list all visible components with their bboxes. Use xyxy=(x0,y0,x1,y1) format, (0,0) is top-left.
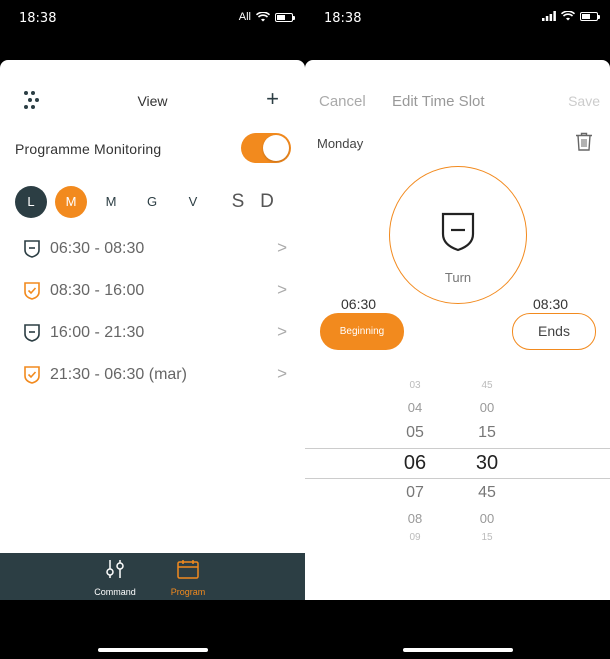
cancel-button[interactable]: Cancel xyxy=(319,93,366,110)
tab-program-label: Program xyxy=(170,587,206,597)
time-picker[interactable]: 03 04 05 06 07 08 09 45 00 15 30 45 00 1… xyxy=(305,380,610,550)
chevron-right-icon: > xyxy=(277,238,287,257)
beginning-button[interactable]: Beginning xyxy=(320,313,404,350)
status-indicators: All xyxy=(238,11,295,23)
begin-time-value: 06:30 xyxy=(341,296,377,312)
day-button-s[interactable]: S xyxy=(222,186,254,218)
tab-bar: Command Program xyxy=(0,553,305,600)
calendar-icon xyxy=(177,560,199,579)
picker-minute: 15 xyxy=(481,532,493,543)
shield-check-icon xyxy=(24,366,40,384)
page-title: Edit Time Slot xyxy=(392,93,485,110)
shield-minus-icon xyxy=(24,240,40,258)
picker-hour: 05 xyxy=(406,424,424,441)
slot-time: 08:30 - 16:00 xyxy=(50,282,145,299)
tab-command[interactable]: Command xyxy=(85,559,145,597)
tab-command-label: Command xyxy=(94,587,136,597)
day-button-g[interactable]: G xyxy=(136,186,168,218)
day-button-v[interactable]: V xyxy=(177,186,209,218)
time-slot-row[interactable]: 16:00 - 21:30 > xyxy=(24,318,291,348)
day-button-l[interactable]: L xyxy=(15,186,47,218)
home-indicator xyxy=(97,648,208,652)
mode-label: Turn xyxy=(444,270,472,285)
home-indicator xyxy=(402,648,513,652)
status-time: 18:38 xyxy=(19,11,57,26)
shield-minus-icon xyxy=(24,324,40,342)
tab-program[interactable]: Program xyxy=(158,559,218,597)
hour-wheel[interactable]: 03 04 05 06 07 08 09 xyxy=(385,380,445,550)
minute-wheel[interactable]: 45 00 15 30 45 00 15 xyxy=(457,380,517,550)
picker-minute: 00 xyxy=(479,511,495,526)
picker-hour: 09 xyxy=(409,532,421,543)
ends-button[interactable]: Ends xyxy=(512,313,596,350)
battery-icon xyxy=(275,12,295,22)
program-view-card: View + Programme Monitoring L M M G V S … xyxy=(0,60,305,554)
monitoring-toggle[interactable] xyxy=(241,133,291,163)
edit-header: Cancel Edit Time Slot Save xyxy=(319,93,600,113)
picker-minute-selected: 30 xyxy=(475,452,499,474)
trash-icon[interactable] xyxy=(575,132,593,151)
monitoring-label: Programme Monitoring xyxy=(15,141,162,157)
end-time-value: 08:30 xyxy=(533,296,569,312)
day-button-m2[interactable]: M xyxy=(95,186,127,218)
day-label: Monday xyxy=(317,136,364,151)
picker-minute: 45 xyxy=(481,380,493,391)
time-slot-row[interactable]: 08:30 - 16:00 > xyxy=(24,276,291,306)
day-button-m1[interactable]: M xyxy=(55,186,87,218)
page-title: View xyxy=(137,93,168,109)
picker-hour-selected: 06 xyxy=(403,452,427,474)
picker-hour: 04 xyxy=(407,400,423,415)
status-indicators xyxy=(542,11,600,21)
add-button[interactable]: + xyxy=(266,88,279,110)
left-screen: 18:38 All View + Programme Monitoring L … xyxy=(0,0,305,659)
chevron-right-icon: > xyxy=(277,280,287,299)
picker-minute: 15 xyxy=(478,424,496,441)
mode-circle[interactable]: Turn xyxy=(389,166,527,304)
edit-slot-card: Cancel Edit Time Slot Save Monday Turn 0… xyxy=(305,60,610,600)
signal-icon xyxy=(542,11,556,21)
picker-minute: 45 xyxy=(478,484,496,501)
wifi-icon xyxy=(256,12,270,22)
monitoring-row: Programme Monitoring xyxy=(15,133,291,163)
top-bar: View + xyxy=(0,86,305,116)
chevron-right-icon: > xyxy=(277,364,287,383)
shield-minus-icon xyxy=(441,212,475,252)
save-button[interactable]: Save xyxy=(568,93,600,109)
day-selector: L M M G V S D xyxy=(15,186,291,218)
day-button-d[interactable]: D xyxy=(251,186,283,218)
slot-time: 21:30 - 06:30 (mar) xyxy=(50,366,187,383)
slot-time: 06:30 - 08:30 xyxy=(50,240,145,257)
picker-minute: 00 xyxy=(479,400,495,415)
picker-hour: 07 xyxy=(406,484,424,501)
picker-hour: 08 xyxy=(407,511,423,526)
picker-hour: 03 xyxy=(409,380,421,391)
time-slot-row[interactable]: 06:30 - 08:30 > xyxy=(24,234,291,264)
time-slot-row[interactable]: 21:30 - 06:30 (mar) > xyxy=(24,360,291,390)
right-screen: 18:38 Cancel Edit Time Slot Save Monday … xyxy=(305,0,610,659)
sliders-icon xyxy=(106,560,124,578)
battery-icon xyxy=(580,11,600,21)
status-time: 18:38 xyxy=(324,11,362,26)
shield-check-icon xyxy=(24,282,40,300)
carrier-label: All xyxy=(238,11,251,23)
wifi-icon xyxy=(561,11,575,21)
chevron-right-icon: > xyxy=(277,322,287,341)
slot-time: 16:00 - 21:30 xyxy=(50,324,145,341)
